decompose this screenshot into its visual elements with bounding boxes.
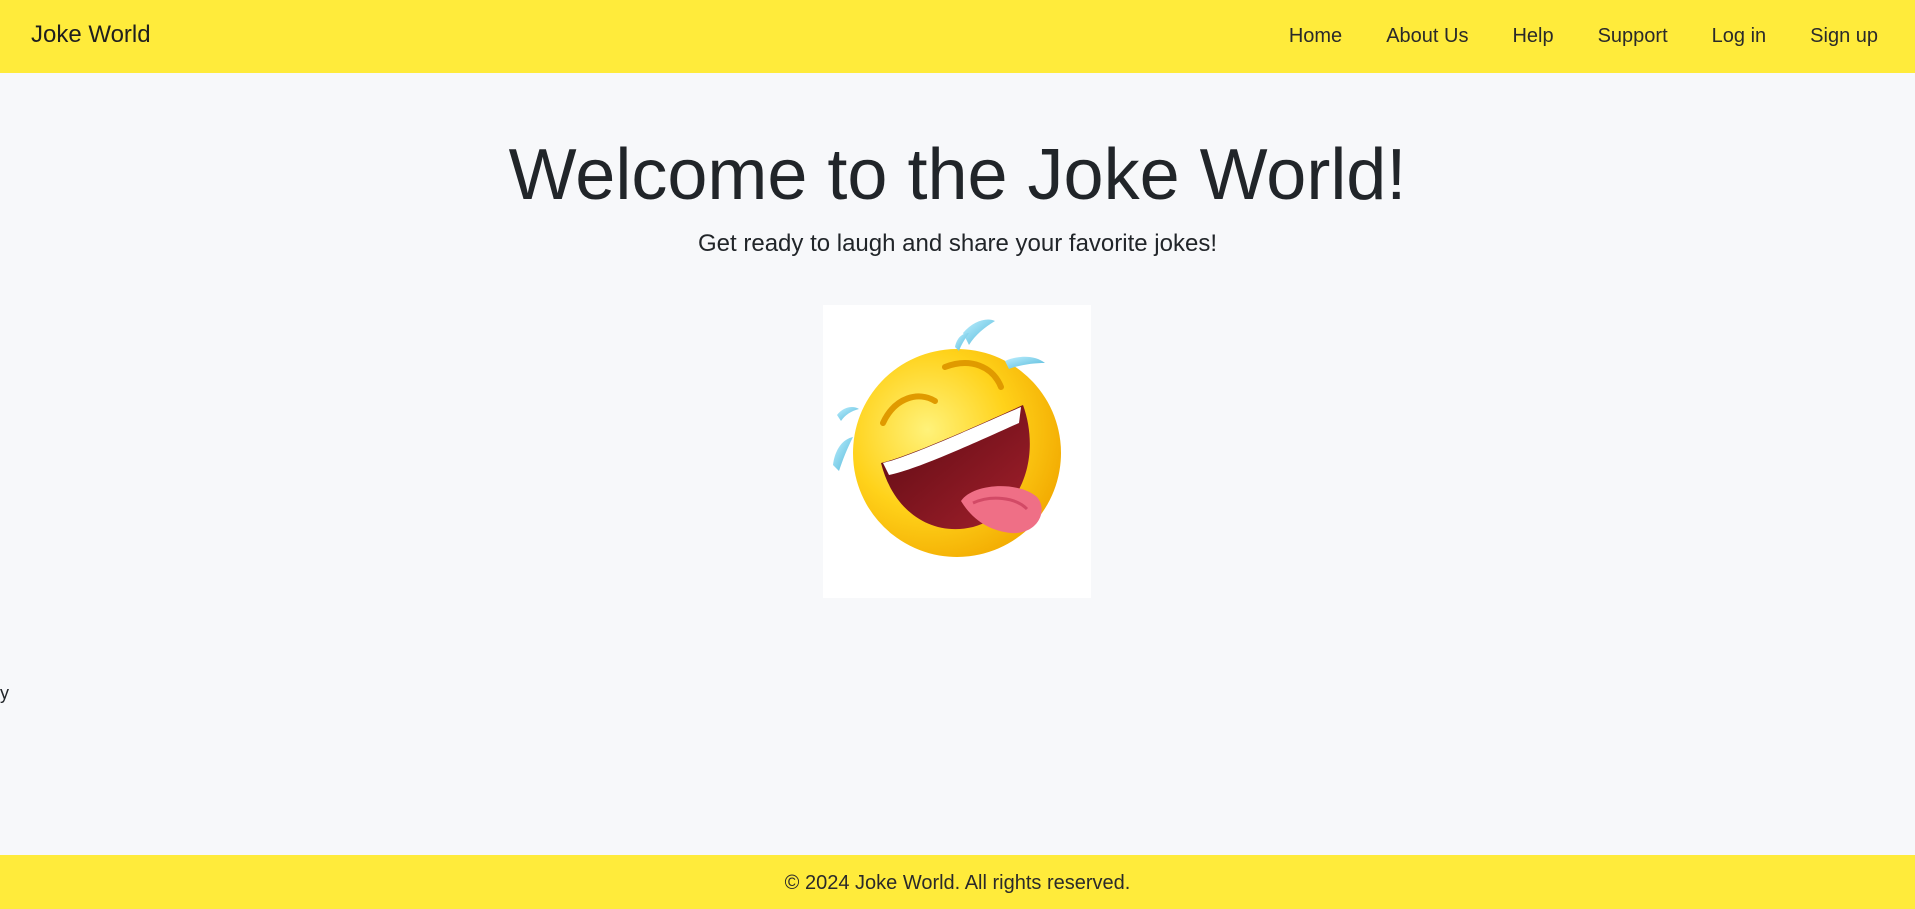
hero-subtitle: Get ready to laugh and share your favori… xyxy=(698,230,1217,257)
page-title: Welcome to the Joke World! xyxy=(508,135,1407,215)
brand-link[interactable]: Joke World xyxy=(31,21,151,49)
nav-link-about-us[interactable]: About Us xyxy=(1364,24,1490,48)
footer-copyright: © 2024 Joke World. All rights reserved. xyxy=(784,872,1131,894)
navbar: Joke World Home About Us Help Support Lo… xyxy=(0,0,1915,73)
nav-link-log-in[interactable]: Log in xyxy=(1690,24,1789,48)
clipped-text: y xyxy=(0,683,9,703)
laughing-emoji-icon xyxy=(823,305,1091,598)
nav-link-home[interactable]: Home xyxy=(1267,24,1364,48)
footer: © 2024 Joke World. All rights reserved. xyxy=(0,855,1915,909)
nav-links: Home About Us Help Support Log in Sign u… xyxy=(1267,24,1878,48)
nav-link-sign-up[interactable]: Sign up xyxy=(1788,24,1878,48)
nav-link-help[interactable]: Help xyxy=(1490,24,1575,48)
nav-link-support[interactable]: Support xyxy=(1576,24,1690,48)
hero-section: Welcome to the Joke World! Get ready to … xyxy=(0,125,1915,260)
